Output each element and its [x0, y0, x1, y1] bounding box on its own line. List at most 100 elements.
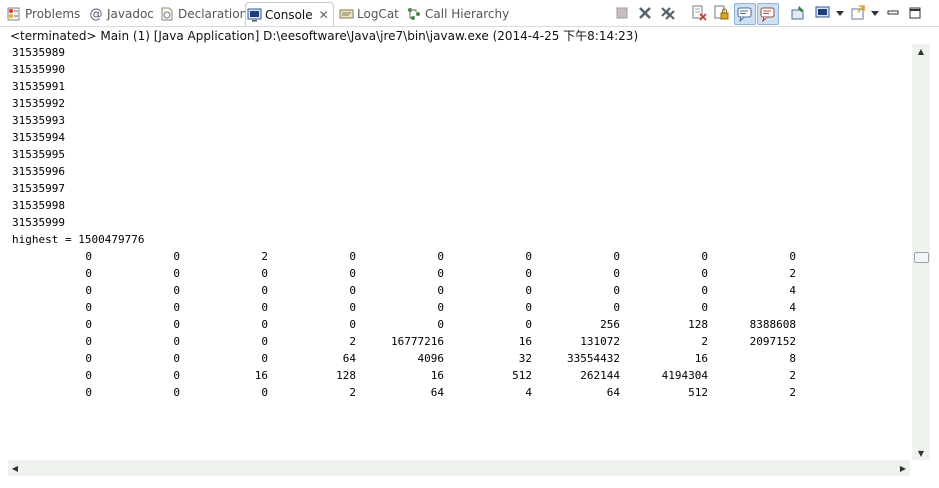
- console-output[interactable]: 31535989 31535990 31535991 31535992 31535993…: [4, 44, 910, 459]
- console-table-cell: 33554432: [567, 352, 620, 365]
- console-table-cell: 0: [349, 250, 356, 263]
- console-table-cell: 0: [85, 318, 92, 331]
- console-table-cell: 0: [85, 250, 92, 263]
- console-table-cell: 0: [525, 301, 532, 314]
- console-table-cell: 0: [349, 267, 356, 280]
- console-table-cell: 0: [525, 318, 532, 331]
- console-table-cell: 256: [600, 318, 620, 331]
- tab-problems[interactable]: Problems: [6, 3, 80, 25]
- console-line: 31535994: [12, 131, 65, 144]
- console-table-cell: 0: [261, 335, 268, 348]
- console-table-cell: 0: [261, 352, 268, 365]
- console-table-cell: 0: [437, 284, 444, 297]
- horizontal-scrollbar[interactable]: ◀ ▶: [8, 460, 910, 476]
- view-tab-bar: Problems @ Javadoc Declaration Console ✕…: [0, 0, 939, 27]
- scroll-thumb[interactable]: [914, 252, 929, 263]
- console-table-cell: 0: [437, 267, 444, 280]
- console-table-cell: 0: [701, 267, 708, 280]
- scroll-down-arrow-icon[interactable]: ▼: [912, 446, 930, 460]
- console-table-cell: 0: [437, 301, 444, 314]
- console-table-cell: 64: [430, 386, 444, 399]
- scroll-up-arrow-icon[interactable]: ▲: [912, 44, 930, 58]
- console-table-cell: 0: [173, 335, 180, 348]
- console-table-cell: 32: [518, 352, 532, 365]
- tab-logcat[interactable]: LogCat: [338, 3, 399, 25]
- console-table-cell: 0: [173, 318, 180, 331]
- console-line: 31535992: [12, 97, 65, 110]
- close-icon[interactable]: ✕: [319, 8, 329, 22]
- console-table-cell: 131072: [580, 335, 620, 348]
- console-line: 31535990: [12, 63, 65, 76]
- console-table-cell: 0: [173, 250, 180, 263]
- remove-all-terminated-icon[interactable]: [659, 4, 677, 22]
- console-line: 31535997: [12, 182, 65, 195]
- console-line: 31535993: [12, 114, 65, 127]
- declaration-icon: [159, 6, 175, 22]
- call-hierarchy-icon: [406, 6, 422, 22]
- console-table-cell: 4096: [417, 352, 445, 365]
- vertical-scrollbar[interactable]: ▲ ▼: [912, 44, 930, 460]
- open-console-icon[interactable]: [849, 4, 867, 22]
- tab-console[interactable]: Console ✕: [245, 2, 334, 26]
- console-table-cell: 0: [525, 250, 532, 263]
- console-table-cell: 0: [701, 250, 708, 263]
- tab-label: Console: [265, 7, 313, 22]
- console-table-cell: 16: [518, 335, 532, 348]
- console-table-cell: 0: [613, 301, 620, 314]
- at-icon: @: [89, 6, 103, 22]
- minimize-icon[interactable]: [884, 4, 902, 22]
- console-line: 31535998: [12, 199, 65, 212]
- chevron-down-icon[interactable]: [831, 4, 849, 22]
- console-line: 31535995: [12, 148, 65, 161]
- display-console-icon[interactable]: [814, 4, 832, 22]
- tab-declaration[interactable]: Declaration: [159, 3, 247, 25]
- console-table-cell: 8: [789, 352, 796, 365]
- scroll-right-arrow-icon[interactable]: ▶: [896, 460, 910, 476]
- console-table-cell: 64: [342, 352, 356, 365]
- console-table-cell: 0: [261, 267, 268, 280]
- console-table-cell: 16: [694, 352, 708, 365]
- console-line: 31535996: [12, 165, 65, 178]
- console-table-cell: 0: [261, 284, 268, 297]
- scroll-lock-icon[interactable]: [712, 4, 730, 22]
- console-table-cell: 0: [349, 284, 356, 297]
- console-table-cell: 0: [173, 301, 180, 314]
- scroll-left-arrow-icon[interactable]: ◀: [8, 460, 22, 476]
- scrollbar-corner: [912, 460, 930, 476]
- console-table-cell: 0: [349, 301, 356, 314]
- console-table-cell: 128: [688, 318, 708, 331]
- pin-console-icon[interactable]: [789, 4, 807, 22]
- console-table-cell: 2: [701, 335, 708, 348]
- remove-launch-icon[interactable]: [636, 4, 654, 22]
- console-table-cell: 0: [173, 284, 180, 297]
- console-table-cell: 0: [85, 284, 92, 297]
- console-table-cell: 64: [606, 386, 620, 399]
- console-table-cell: 0: [173, 352, 180, 365]
- clear-console-icon[interactable]: [690, 4, 708, 22]
- console-table-cell: 0: [613, 284, 620, 297]
- console-table-cell: 0: [701, 301, 708, 314]
- show-on-stdout-icon[interactable]: [734, 3, 756, 25]
- console-table-cell: 0: [261, 301, 268, 314]
- console-table-cell: 4: [789, 301, 796, 314]
- tab-label: LogCat: [357, 7, 399, 21]
- tab-call-hierarchy[interactable]: Call Hierarchy: [406, 3, 509, 25]
- console-table-cell: 0: [701, 284, 708, 297]
- console-table-cell: 0: [173, 267, 180, 280]
- console-table-cell: 0: [525, 267, 532, 280]
- tab-javadoc[interactable]: @ Javadoc: [88, 3, 154, 25]
- console-table-cell: 0: [173, 369, 180, 382]
- console-table-cell: 4: [789, 284, 796, 297]
- chevron-down-icon[interactable]: [866, 4, 884, 22]
- console-table-cell: 0: [85, 335, 92, 348]
- problems-icon: [6, 6, 22, 22]
- console-table-cell: 0: [85, 369, 92, 382]
- console-table-cell: 0: [173, 386, 180, 399]
- console-table-cell: 2: [789, 267, 796, 280]
- maximize-icon[interactable]: [906, 4, 924, 22]
- console-table-cell: 512: [688, 386, 708, 399]
- terminate-icon[interactable]: [613, 4, 631, 22]
- console-table-cell: 2: [789, 369, 796, 382]
- console-table-cell: 0: [261, 318, 268, 331]
- show-on-stderr-icon[interactable]: [757, 3, 779, 25]
